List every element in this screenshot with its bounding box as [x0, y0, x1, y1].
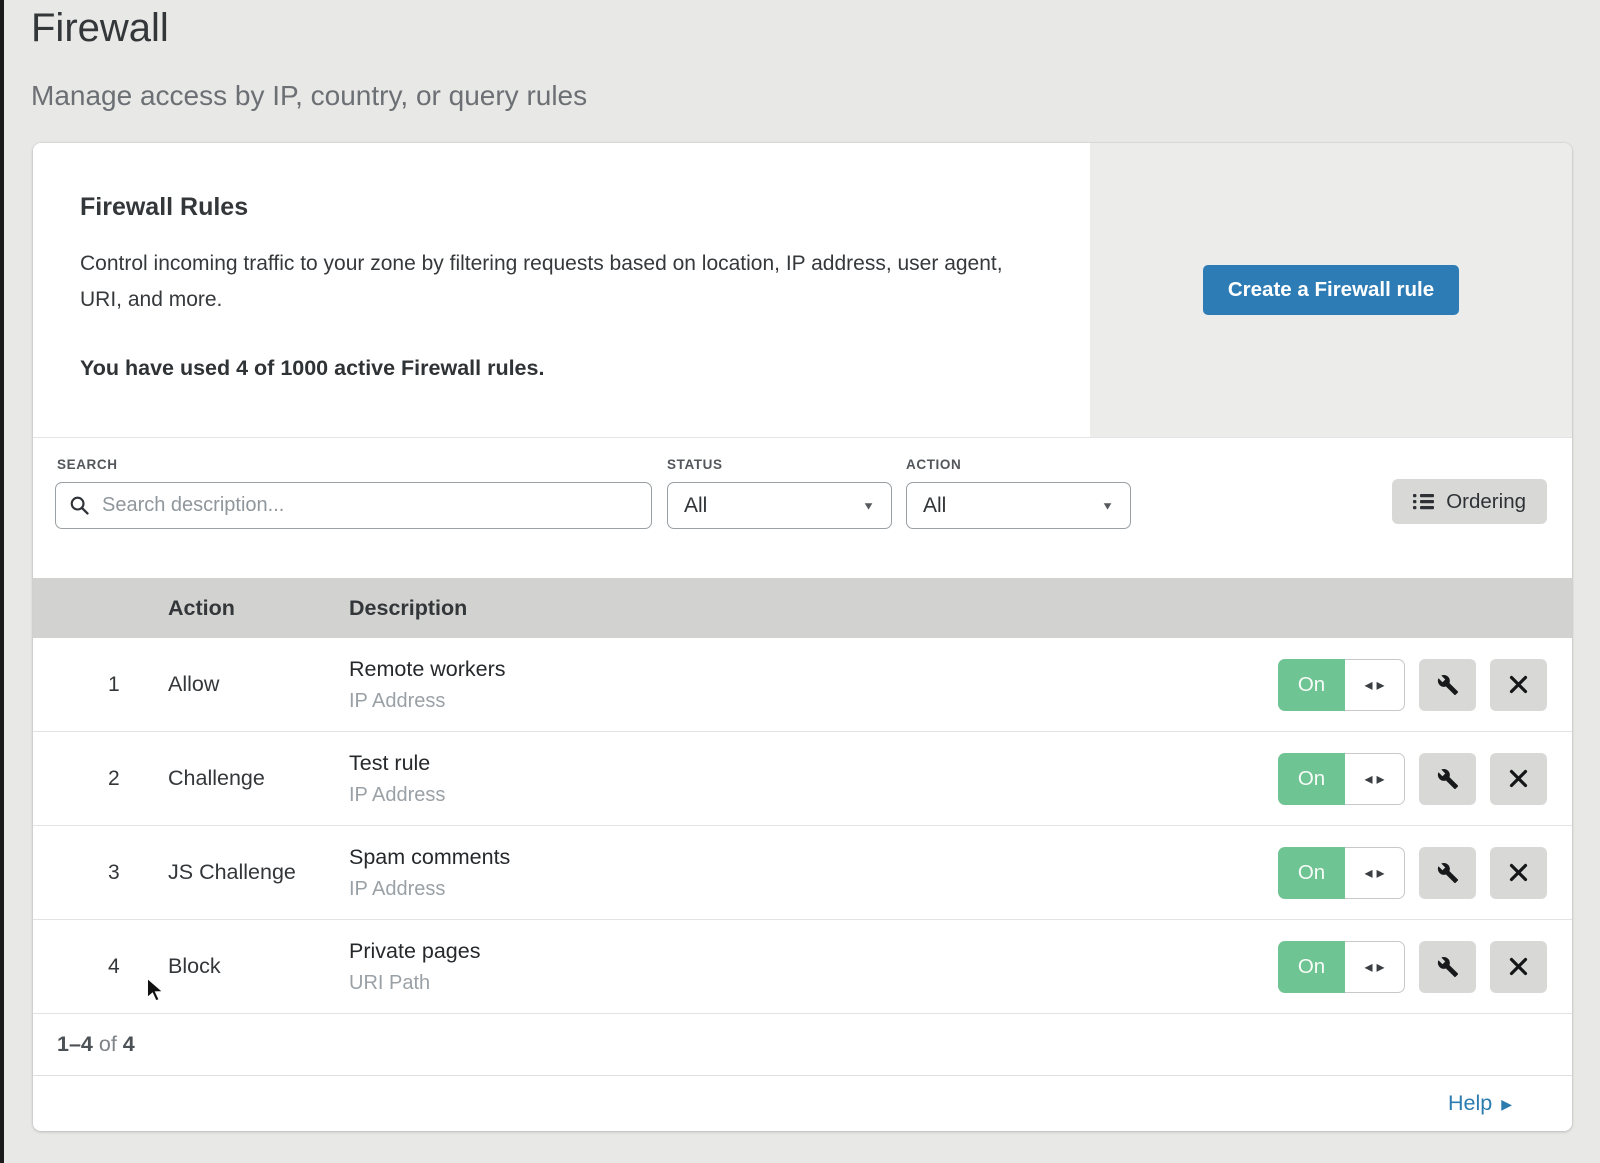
- rule-action: Block: [168, 954, 349, 979]
- close-icon: [1509, 957, 1528, 976]
- rule-description-cell: Spam comments IP Address: [349, 845, 1232, 901]
- list-icon: [1413, 493, 1434, 510]
- search-input[interactable]: [55, 482, 652, 529]
- rule-description: Private pages: [349, 939, 1232, 964]
- overview-section: Firewall Rules Control incoming traffic …: [33, 143, 1572, 438]
- action-selected-value: All: [923, 494, 946, 518]
- action-label: ACTION: [906, 457, 961, 472]
- rule-description-cell: Remote workers IP Address: [349, 657, 1232, 713]
- rule-controls: On ◂▸: [1232, 659, 1572, 711]
- search-label: SEARCH: [57, 457, 118, 472]
- configure-rule-button[interactable]: [1419, 941, 1476, 993]
- table-row: 3 JS Challenge Spam comments IP Address …: [33, 826, 1572, 920]
- table-header-row: Action Description: [33, 578, 1572, 638]
- search-icon: [69, 495, 90, 516]
- toggle-on-segment[interactable]: On: [1278, 753, 1345, 805]
- toggle-on-segment[interactable]: On: [1278, 659, 1345, 711]
- configure-rule-button[interactable]: [1419, 847, 1476, 899]
- action-column-header: Action: [168, 596, 349, 621]
- rule-priority: 4: [33, 955, 168, 979]
- rule-description-cell: Private pages URI Path: [349, 939, 1232, 995]
- rule-match-field: IP Address: [349, 690, 1232, 713]
- search-field-wrap: [55, 482, 652, 529]
- rule-controls: On ◂▸: [1232, 847, 1572, 899]
- page-subtitle: Manage access by IP, country, or query r…: [31, 80, 587, 112]
- rule-description: Remote workers: [349, 657, 1232, 682]
- ordering-button[interactable]: Ordering: [1392, 479, 1547, 524]
- rule-action: JS Challenge: [168, 860, 349, 885]
- filters-bar: SEARCH STATUS All ▼ ACTION All ▼: [33, 438, 1572, 578]
- page-title: Firewall: [31, 6, 169, 51]
- pagination-of-word: of: [99, 1032, 117, 1057]
- rule-description: Spam comments: [349, 845, 1232, 870]
- chevron-down-icon: ▼: [862, 499, 875, 512]
- rule-controls: On ◂▸: [1232, 753, 1572, 805]
- rules-usage-count: You have used 4 of 1000 active Firewall …: [80, 356, 1050, 381]
- rule-action: Challenge: [168, 766, 349, 791]
- toggle-arrows-icon[interactable]: ◂▸: [1345, 659, 1405, 711]
- pagination-range: 1–4: [57, 1032, 93, 1057]
- rule-controls: On ◂▸: [1232, 941, 1572, 993]
- close-icon: [1509, 675, 1528, 694]
- action-select[interactable]: All ▼: [906, 482, 1131, 529]
- table-row: 2 Challenge Test rule IP Address On ◂▸: [33, 732, 1572, 826]
- configure-rule-button[interactable]: [1419, 659, 1476, 711]
- create-firewall-rule-button[interactable]: Create a Firewall rule: [1203, 265, 1459, 315]
- delete-rule-button[interactable]: [1490, 753, 1547, 805]
- rule-toggle: On ◂▸: [1278, 753, 1405, 805]
- toggle-arrows-icon[interactable]: ◂▸: [1345, 941, 1405, 993]
- pagination-total: 4: [123, 1032, 135, 1057]
- delete-rule-button[interactable]: [1490, 847, 1547, 899]
- rule-priority: 2: [33, 767, 168, 791]
- screen-edge-strip: [0, 0, 4, 1163]
- ordering-button-label: Ordering: [1446, 490, 1526, 514]
- rule-match-field: IP Address: [349, 784, 1232, 807]
- chevron-right-icon: ▶: [1501, 1096, 1512, 1113]
- wrench-icon: [1437, 674, 1459, 696]
- help-link-label: Help: [1448, 1091, 1492, 1116]
- card-footer: Help ▶: [33, 1076, 1572, 1131]
- delete-rule-button[interactable]: [1490, 659, 1547, 711]
- firewall-page: Firewall Manage access by IP, country, o…: [0, 0, 1600, 1163]
- configure-rule-button[interactable]: [1419, 753, 1476, 805]
- rule-toggle: On ◂▸: [1278, 659, 1405, 711]
- wrench-icon: [1437, 768, 1459, 790]
- rule-toggle: On ◂▸: [1278, 941, 1405, 993]
- wrench-icon: [1437, 862, 1459, 884]
- help-link[interactable]: Help ▶: [1448, 1091, 1512, 1116]
- rule-priority: 3: [33, 861, 168, 885]
- delete-rule-button[interactable]: [1490, 941, 1547, 993]
- pagination-bar: 1–4 of 4: [33, 1014, 1572, 1076]
- rules-heading: Firewall Rules: [80, 193, 1050, 222]
- toggle-on-segment[interactable]: On: [1278, 847, 1345, 899]
- rule-description: Test rule: [349, 751, 1232, 776]
- chevron-down-icon: ▼: [1101, 499, 1114, 512]
- close-icon: [1509, 863, 1528, 882]
- rule-description-cell: Test rule IP Address: [349, 751, 1232, 807]
- toggle-arrows-icon[interactable]: ◂▸: [1345, 847, 1405, 899]
- rule-priority: 1: [33, 673, 168, 697]
- table-row: 4 Block Private pages URI Path On ◂▸: [33, 920, 1572, 1014]
- rule-match-field: IP Address: [349, 878, 1232, 901]
- rule-action: Allow: [168, 672, 349, 697]
- toggle-on-segment[interactable]: On: [1278, 941, 1345, 993]
- status-label: STATUS: [667, 457, 723, 472]
- status-selected-value: All: [684, 494, 707, 518]
- close-icon: [1509, 769, 1528, 788]
- rule-toggle: On ◂▸: [1278, 847, 1405, 899]
- rule-match-field: URI Path: [349, 972, 1232, 995]
- wrench-icon: [1437, 956, 1459, 978]
- firewall-rules-card: Firewall Rules Control incoming traffic …: [33, 143, 1572, 1131]
- toggle-arrows-icon[interactable]: ◂▸: [1345, 753, 1405, 805]
- description-column-header: Description: [349, 596, 1232, 621]
- rules-description: Control incoming traffic to your zone by…: [80, 246, 1050, 318]
- create-rule-panel: Create a Firewall rule: [1090, 143, 1572, 437]
- status-select[interactable]: All ▼: [667, 482, 892, 529]
- table-row: 1 Allow Remote workers IP Address On ◂▸: [33, 638, 1572, 732]
- overview-text-panel: Firewall Rules Control incoming traffic …: [33, 143, 1090, 437]
